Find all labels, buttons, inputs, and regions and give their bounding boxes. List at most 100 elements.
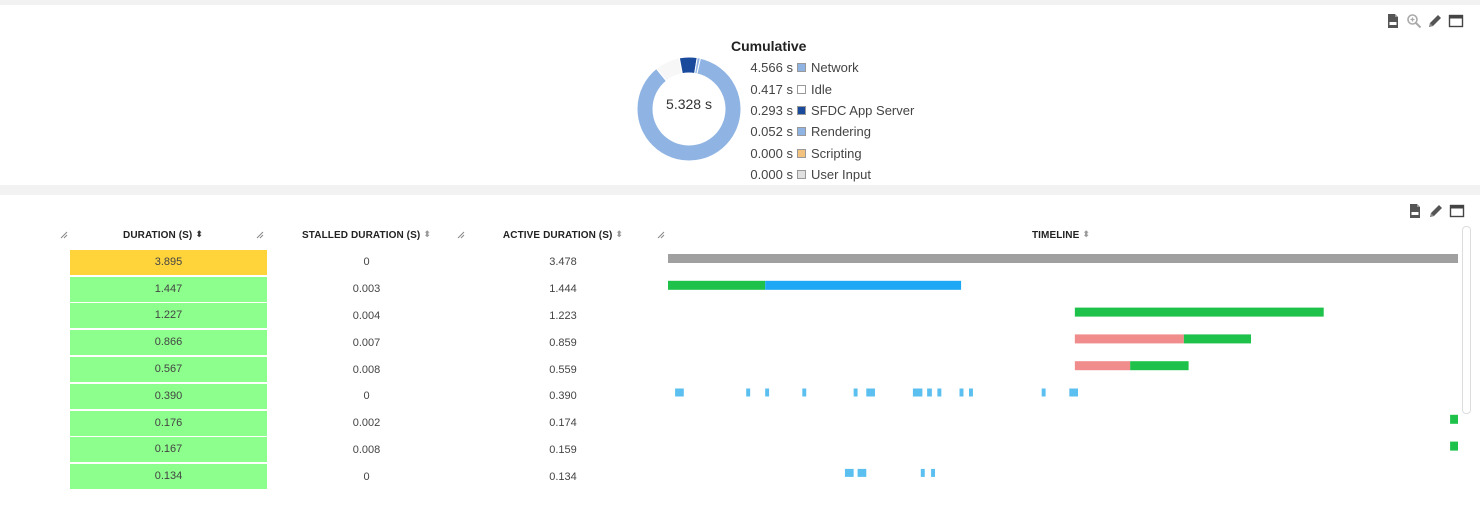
duration-cell: 1.227 — [58, 303, 268, 330]
timeline-bar-event[interactable] — [931, 468, 936, 477]
duration-cell: 1.447 — [58, 276, 268, 303]
timeline-bar-waiting[interactable] — [765, 280, 962, 290]
duration-cell: 0.866 — [58, 329, 268, 356]
timeline-bar-active[interactable] — [668, 280, 766, 290]
stalled-value: 0.008 — [352, 363, 381, 376]
active-value: 0.559 — [549, 363, 577, 376]
stalled-value: 0.007 — [352, 336, 381, 349]
stalled-cell: 0 — [268, 463, 465, 490]
legend-item[interactable]: 0.000 s Scripting — [736, 143, 914, 164]
stalled-value: 0 — [363, 256, 370, 269]
timeline-bar-event[interactable] — [927, 388, 932, 397]
timeline-bar-event[interactable] — [959, 388, 964, 397]
stalled-cell: 0 — [268, 249, 465, 276]
timeline-bar-event[interactable] — [857, 468, 867, 477]
active-value: 0.174 — [549, 417, 577, 430]
legend-value: 0.000 s — [750, 167, 793, 183]
column-header-stalled-duration[interactable]: STALLED DURATION (S) ⬍ — [268, 221, 465, 249]
legend-item[interactable]: 0.417 s Idle — [736, 78, 914, 99]
chart-legend: 4.566 s Network 0.417 s Idle 0.293 s SFDC App… — [736, 57, 914, 185]
stalled-cell: 0.003 — [268, 276, 465, 303]
sort-desc-icon[interactable]: ⬍ — [195, 230, 203, 239]
duration-value: 0.567 — [70, 357, 267, 383]
legend-value: 0.000 s — [750, 145, 793, 161]
active-cell: 0.859 — [465, 329, 661, 356]
column-header-duration[interactable]: DURATION (S) ⬍ — [58, 221, 268, 249]
table-header-row: DURATION (S) ⬍ STALLED DURATION (S) ⬍ ACTI… — [58, 221, 1461, 249]
legend-label: User Input — [811, 167, 871, 183]
timeline-bar-event[interactable] — [920, 468, 925, 477]
stalled-cell: 0.008 — [268, 356, 465, 383]
timeline-bar-total[interactable] — [668, 254, 1458, 263]
timeline-bar-stalled[interactable] — [1074, 334, 1184, 344]
column-header-timeline[interactable]: TIMELINE ⬍ — [661, 221, 1461, 249]
maximize-icon[interactable] — [1448, 13, 1464, 29]
csv-export-icon[interactable] — [1385, 13, 1401, 29]
legend-value: 0.052 s — [750, 124, 793, 140]
timeline-bar-active[interactable] — [1130, 361, 1189, 371]
legend-swatch — [797, 105, 806, 115]
stalled-cell: 0.002 — [268, 410, 465, 437]
active-cell: 0.134 — [465, 463, 661, 490]
timeline-bar-event[interactable] — [912, 388, 923, 397]
timeline-bar-active[interactable] — [1183, 334, 1252, 344]
legend-label: Rendering — [811, 124, 871, 140]
timeline-bar-event[interactable] — [844, 468, 854, 477]
sort-icon[interactable]: ⬍ — [615, 230, 623, 239]
stalled-value: 0 — [363, 470, 370, 483]
sort-icon[interactable]: ⬍ — [423, 230, 431, 239]
timeline-bar-active[interactable] — [1450, 414, 1458, 424]
stalled-cell: 0.004 — [268, 303, 465, 330]
legend-swatch — [797, 127, 806, 137]
donut-slice-sfdc-app-server[interactable] — [678, 56, 698, 75]
legend-item[interactable]: 0.000 s User Input — [736, 164, 914, 185]
duration-value: 3.895 — [70, 249, 267, 275]
timeline-bar-event[interactable] — [765, 388, 770, 397]
timeline-bar-event[interactable] — [853, 388, 858, 397]
duration-value: 0.176 — [70, 410, 267, 436]
legend-value: 0.417 s — [750, 81, 793, 97]
active-cell: 0.174 — [465, 410, 661, 437]
timeline-bar-event[interactable] — [675, 388, 684, 397]
legend-swatch — [797, 84, 806, 94]
legend-item[interactable]: 0.052 s Rendering — [736, 121, 914, 142]
timeline-chart — [668, 254, 1458, 477]
legend-swatch — [797, 63, 806, 73]
timeline-bar-event[interactable] — [937, 388, 942, 397]
stalled-value: 0.004 — [352, 309, 381, 322]
column-label: STALLED DURATION (S) — [302, 229, 421, 241]
sort-icon[interactable]: ⬍ — [1082, 230, 1090, 239]
edit-icon[interactable] — [1428, 203, 1444, 219]
duration-cell: 3.895 — [58, 249, 268, 276]
csv-export-icon[interactable] — [1407, 203, 1423, 219]
legend-label: SFDC App Server — [811, 102, 915, 118]
timeline-bar-active[interactable] — [1450, 441, 1458, 451]
timeline-bar-event[interactable] — [802, 388, 807, 397]
column-label: TIMELINE — [1031, 229, 1080, 241]
column-resize-handle[interactable] — [60, 231, 68, 239]
table-scrollbar[interactable] — [1462, 226, 1471, 414]
timeline-bar-stalled[interactable] — [1074, 361, 1131, 371]
timeline-bar-event[interactable] — [746, 388, 751, 397]
legend-swatch — [797, 148, 806, 158]
column-resize-handle[interactable] — [256, 231, 264, 239]
legend-item[interactable]: 0.293 s SFDC App Server — [736, 100, 914, 121]
active-cell: 3.478 — [465, 249, 661, 276]
timeline-bar-event[interactable] — [1041, 388, 1046, 397]
active-cell: 1.444 — [465, 276, 661, 303]
column-header-active-duration[interactable]: ACTIVE DURATION (S) ⬍ — [465, 221, 665, 249]
legend-value: 4.566 s — [750, 60, 793, 76]
zoom-icon[interactable] — [1406, 13, 1422, 29]
maximize-icon[interactable] — [1449, 203, 1465, 219]
duration-value: 0.167 — [70, 437, 267, 463]
legend-item[interactable]: 4.566 s Network — [736, 57, 914, 78]
timeline-bar-event[interactable] — [968, 388, 973, 397]
timeline-bar-event[interactable] — [1069, 388, 1079, 397]
duration-cell: 0.567 — [58, 356, 268, 383]
timeline-bar-active[interactable] — [1074, 307, 1324, 317]
stalled-cell: 0.008 — [268, 437, 465, 464]
column-resize-handle[interactable] — [457, 231, 465, 239]
timeline-bar-event[interactable] — [866, 388, 875, 397]
chart-toolbar — [1385, 13, 1464, 29]
edit-icon[interactable] — [1427, 13, 1443, 29]
